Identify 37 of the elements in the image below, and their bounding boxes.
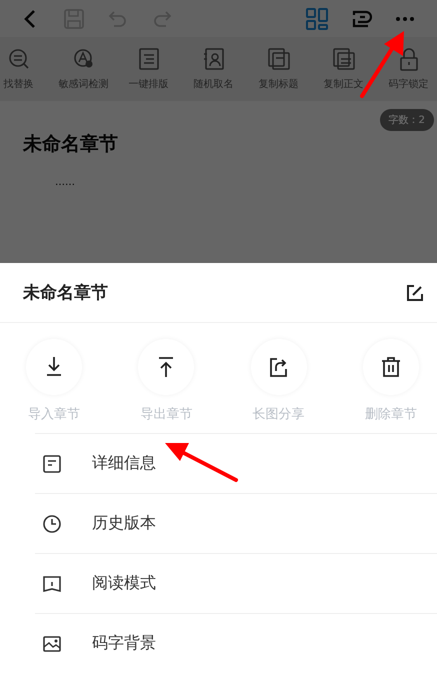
copy-title-icon (268, 47, 290, 71)
trash-icon (380, 356, 401, 378)
tool-button[interactable]: 敏感词检测 (51, 37, 116, 101)
name-icon (202, 47, 224, 71)
action-label: 长图分享 (252, 406, 305, 423)
menu-item[interactable]: 阅读模式 (35, 553, 437, 613)
menu-item[interactable]: 历史版本 (35, 493, 437, 553)
action-label: 导入章节 (28, 406, 80, 423)
tool-button[interactable]: 码字锁定 (376, 37, 437, 101)
document-icon (42, 454, 62, 474)
import-icon (44, 356, 64, 378)
edit-icon[interactable] (406, 284, 424, 302)
tool-button[interactable]: 复制标题 (246, 37, 311, 101)
lock-icon (398, 47, 420, 71)
tool-button[interactable]: 随机取名 (181, 37, 246, 101)
tool-button[interactable]: 复制正文 (311, 37, 376, 101)
copy-text-icon (332, 47, 354, 71)
replace-icon (8, 47, 30, 71)
format-icon (138, 47, 160, 71)
action-label: 删除章节 (364, 406, 417, 423)
back-icon (22, 8, 38, 28)
image-icon (42, 634, 62, 654)
tool-button[interactable]: 找替换 (0, 37, 51, 101)
book-icon (42, 574, 62, 594)
chapter-title: 未命名章节 (23, 132, 119, 157)
switch-icon (350, 8, 372, 28)
grid-icon (306, 8, 328, 30)
share-icon (268, 356, 289, 378)
chapter-body: …… (55, 177, 76, 188)
redo-icon (152, 8, 172, 28)
undo-icon (108, 8, 128, 28)
tool-button[interactable]: 一键排版 (116, 37, 181, 101)
menu-item[interactable]: 码字背景 (35, 613, 437, 673)
clock-icon (42, 514, 62, 534)
action-label: 导出章节 (140, 406, 192, 423)
sheet-title: 未命名章节 (23, 282, 108, 304)
more-icon (395, 16, 415, 22)
